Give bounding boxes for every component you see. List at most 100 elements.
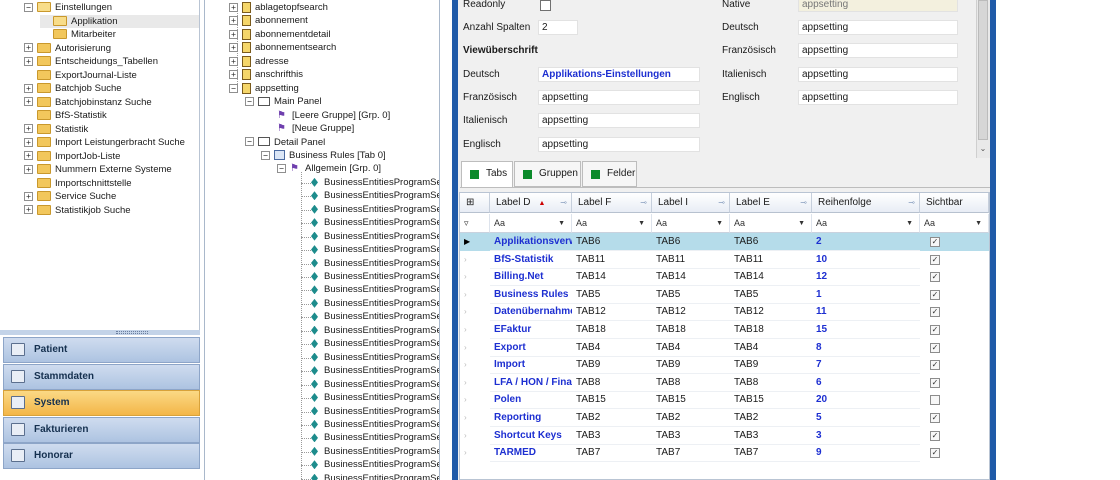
column-filter[interactable]: Aa ▼ xyxy=(920,214,989,233)
expand-icon[interactable]: + xyxy=(24,137,33,147)
nav-tree-item[interactable]: + Import Leistungerbracht Suche xyxy=(24,136,185,149)
collapse-icon[interactable]: − xyxy=(229,83,238,93)
table-cell[interactable]: TAB9 xyxy=(730,356,812,375)
nav-tree-item[interactable]: + Batchjob Suche xyxy=(24,82,122,95)
table-cell[interactable]: 20 xyxy=(812,391,920,410)
nav-tree-item[interactable]: + Statistik xyxy=(24,123,88,136)
panel-node[interactable]: − Main Panel xyxy=(245,95,322,108)
row-selector-icon[interactable]: › xyxy=(460,268,490,286)
table-cell[interactable]: 5 xyxy=(812,409,920,427)
visible-checkbox[interactable]: ✓ xyxy=(930,237,940,247)
row-selector-icon[interactable]: › xyxy=(460,303,490,321)
field-node[interactable]: BusinessEntitiesProgramSettin xyxy=(311,189,439,202)
visible-checkbox[interactable]: ✓ xyxy=(930,377,940,388)
nav-tree-item[interactable]: Applikation xyxy=(40,14,199,28)
field-node[interactable]: BusinessEntitiesProgramSettin xyxy=(311,270,439,283)
table-cell[interactable]: TAB3 xyxy=(572,427,652,445)
visible-checkbox[interactable]: ✓ xyxy=(930,254,940,265)
column-filter[interactable]: Aa ▼ xyxy=(490,214,572,233)
table-cell[interactable]: 10 xyxy=(812,251,920,269)
column-chooser-icon[interactable]: ⊞ xyxy=(460,193,490,213)
table-cell[interactable]: 6 xyxy=(812,374,920,392)
table-cell[interactable]: TAB9 xyxy=(652,356,730,375)
nav-tree-item[interactable]: + Entscheidungs_Tabellen xyxy=(24,55,158,68)
table-cell[interactable]: 8 xyxy=(812,339,920,357)
field-node[interactable]: BusinessEntitiesProgramSettin xyxy=(311,351,439,364)
deutsch-input[interactable]: Applikations-Einstellungen xyxy=(538,67,700,82)
column-filter[interactable]: Aa ▼ xyxy=(812,214,920,233)
table-cell[interactable]: BfS-Statistik xyxy=(490,251,572,269)
nav-tree-item[interactable]: Mitarbeiter xyxy=(40,28,116,41)
collapse-icon[interactable]: − xyxy=(245,137,254,147)
table-cell[interactable]: Import xyxy=(490,356,572,375)
table-cell[interactable]: Shortcut Keys xyxy=(490,427,572,445)
field-node[interactable]: BusinessEntitiesProgramSettin xyxy=(311,216,439,229)
table-cell[interactable]: TAB7 xyxy=(572,444,652,463)
table-cell[interactable]: TAB4 xyxy=(652,339,730,357)
expand-icon[interactable]: + xyxy=(24,205,33,215)
table-row[interactable]: › Export TAB4 TAB4 TAB4 8 ✓ xyxy=(460,339,989,357)
table-cell[interactable]: TAB8 xyxy=(572,374,652,392)
dropdown-arrow-icon[interactable]: ▼ xyxy=(558,214,565,233)
table-cell[interactable]: TAB6 xyxy=(572,233,652,251)
field-node[interactable]: BusinessEntitiesProgramSettin xyxy=(311,378,439,391)
table-cell[interactable]: TAB12 xyxy=(572,303,652,322)
table-cell[interactable]: TAB4 xyxy=(572,339,652,357)
collapse-icon[interactable]: − xyxy=(277,164,286,174)
table-cell[interactable]: Polen xyxy=(490,391,572,410)
anzahl-spalten-input[interactable]: 2 xyxy=(538,20,578,35)
expand-icon[interactable]: + xyxy=(229,29,238,39)
table-cell[interactable]: 7 xyxy=(812,356,920,375)
visible-checkbox[interactable]: ✓ xyxy=(930,430,940,441)
field-node[interactable]: BusinessEntitiesProgramSettin xyxy=(311,431,439,444)
table-row[interactable]: ›LFA / HON / FinanzenTAB8TAB8TAB86✓ xyxy=(460,374,989,392)
pin-icon[interactable]: ⊸ xyxy=(560,193,567,213)
visible-checkbox[interactable]: ✓ xyxy=(930,413,940,423)
table-cell[interactable]: TAB3 xyxy=(730,427,812,445)
table-cell[interactable]: TAB6 xyxy=(730,233,812,251)
visible-checkbox[interactable]: ✓ xyxy=(930,342,940,353)
table-cell[interactable]: TAB7 xyxy=(652,444,730,463)
italienisch-input[interactable]: appsetting xyxy=(538,113,700,128)
column-header[interactable]: Sichtbar xyxy=(920,193,989,213)
group-node[interactable]: − ⚑ Allgemein [Grp. 0] xyxy=(277,162,381,175)
tab-felder[interactable]: Felder xyxy=(582,161,637,187)
expand-icon[interactable]: + xyxy=(24,191,33,201)
table-row[interactable]: ▶ApplikationsverwaltungTAB6TAB6TAB62✓ xyxy=(460,233,989,251)
table-cell[interactable]: TAB14 xyxy=(572,268,652,287)
field-node[interactable]: BusinessEntitiesProgramSettin xyxy=(311,418,439,431)
nav-tree-item[interactable]: ExportJournal-Liste xyxy=(24,69,137,82)
nav-button-patient[interactable]: Patient xyxy=(3,337,200,363)
table-cell[interactable]: TAB2 xyxy=(572,409,652,427)
table-cell[interactable]: TAB18 xyxy=(572,321,652,339)
table-cell[interactable]: TARMED xyxy=(490,444,572,463)
table-row[interactable]: › Datenübernahme TAB12 TAB12 TAB12 11 ✓ xyxy=(460,303,989,322)
field-node[interactable]: BusinessEntitiesProgramSettin xyxy=(311,283,439,296)
visible-checkbox[interactable]: ✓ xyxy=(930,325,940,335)
column-header[interactable]: Label F ⊸ xyxy=(572,193,652,213)
englisch-input[interactable]: appsetting xyxy=(538,137,700,152)
native-deutsch-input[interactable]: appsetting xyxy=(798,20,958,35)
field-node[interactable]: BusinessEntitiesProgramSettin xyxy=(311,257,439,270)
expand-icon[interactable]: + xyxy=(24,83,33,93)
field-node[interactable]: BusinessEntitiesProgramSettin xyxy=(311,337,439,350)
table-cell[interactable]: 11 xyxy=(812,303,920,322)
nav-tree-item[interactable]: + Service Suche xyxy=(24,190,116,203)
column-header[interactable]: Reihenfolge ⊸ xyxy=(812,193,920,213)
field-node[interactable]: BusinessEntitiesProgramSettin xyxy=(311,445,439,458)
field-node[interactable]: BusinessEntitiesProgramSettin xyxy=(311,458,439,471)
column-filter[interactable]: Aa ▼ xyxy=(652,214,730,233)
visible-checkbox[interactable]: ✓ xyxy=(930,360,940,371)
dropdown-arrow-icon[interactable]: ▼ xyxy=(906,214,913,233)
column-header[interactable]: Label I ⊸ xyxy=(652,193,730,213)
row-selector-icon[interactable]: › xyxy=(460,391,490,409)
table-cell[interactable]: 15 xyxy=(812,321,920,339)
expand-icon[interactable]: + xyxy=(24,124,33,134)
dropdown-arrow-icon[interactable]: ▼ xyxy=(716,214,723,233)
table-cell[interactable]: TAB8 xyxy=(730,374,812,392)
table-row[interactable]: › TARMED TAB7 TAB7 TAB7 9 ✓ xyxy=(460,444,989,463)
column-filter[interactable]: Aa ▼ xyxy=(730,214,812,233)
field-node[interactable]: BusinessEntitiesProgramSettin xyxy=(311,405,439,418)
splitter-grip[interactable] xyxy=(116,331,148,334)
table-row[interactable]: › Business Rules TAB5 TAB5 TAB5 1 ✓ xyxy=(460,286,989,304)
